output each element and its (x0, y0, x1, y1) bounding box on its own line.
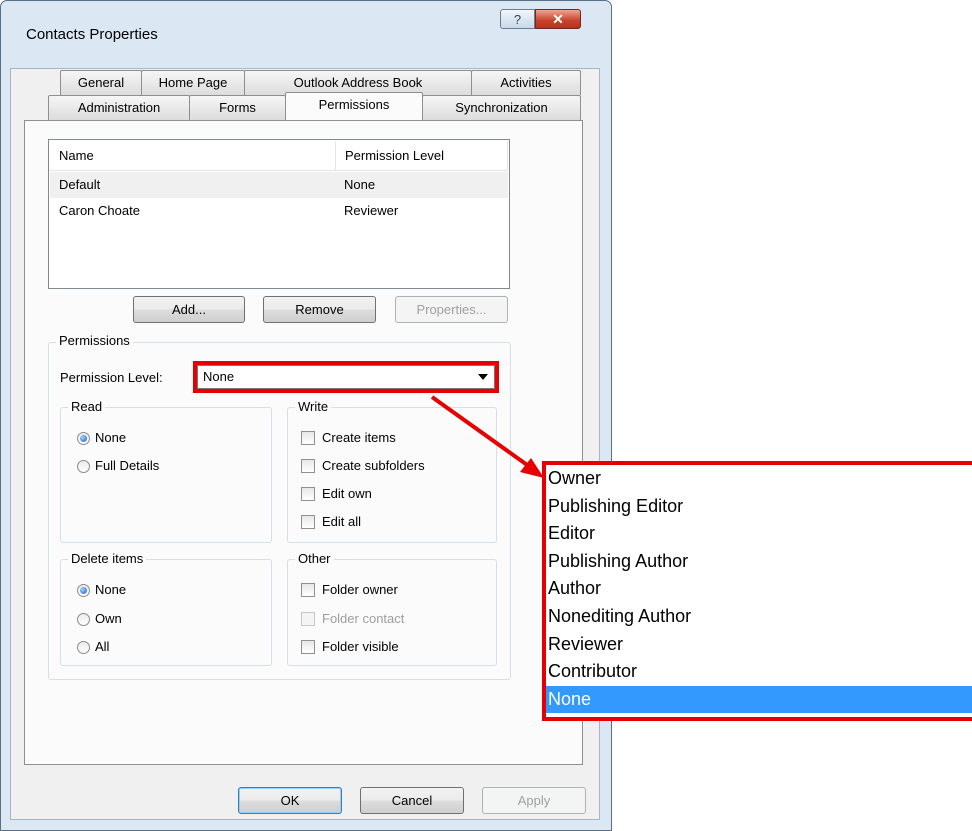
list-row[interactable]: Caron Choate Reviewer (50, 198, 508, 224)
read-none-radio[interactable] (77, 432, 90, 445)
delete-all-radio[interactable] (77, 641, 90, 654)
delete-none-radio[interactable] (77, 584, 90, 597)
write-group (287, 407, 497, 543)
tab-administration[interactable]: Administration (48, 95, 190, 120)
edit-all-checkbox[interactable] (301, 515, 315, 529)
cancel-button[interactable]: Cancel (360, 787, 464, 814)
delete-none-label: None (95, 582, 127, 597)
close-button[interactable]: ✕ (535, 9, 581, 29)
folder-owner-checkbox[interactable] (301, 583, 315, 597)
folder-contact-checkbox[interactable] (301, 612, 315, 626)
row-level: Reviewer (344, 203, 399, 218)
row-name: Default (59, 177, 101, 192)
option-contributor[interactable]: Contributor (546, 658, 972, 686)
column-header-name[interactable]: Name (50, 141, 336, 171)
option-owner[interactable]: Owner (546, 465, 972, 493)
option-publishing-author[interactable]: Publishing Author (546, 548, 972, 576)
edit-own-label: Edit own (322, 486, 372, 501)
column-header-permission-level[interactable]: Permission Level (336, 141, 508, 171)
help-icon: ? (513, 12, 522, 27)
row-level: None (344, 177, 376, 192)
delete-items-group-label: Delete items (68, 551, 147, 566)
tab-synchronization[interactable]: Synchronization (422, 95, 581, 120)
permission-level-options-list: Owner Publishing Editor Editor Publishin… (542, 461, 972, 721)
other-group-label: Other (295, 551, 334, 566)
apply-button[interactable]: Apply (482, 787, 586, 814)
option-none[interactable]: None (546, 685, 972, 714)
list-row[interactable]: Default None (50, 172, 508, 198)
create-items-checkbox[interactable] (301, 431, 315, 445)
option-reviewer[interactable]: Reviewer (546, 631, 972, 659)
ok-button[interactable]: OK (238, 787, 342, 814)
option-author[interactable]: Author (546, 575, 972, 603)
edit-all-label: Edit all (322, 514, 362, 529)
delete-items-group (60, 559, 272, 666)
close-icon: ✕ (552, 11, 564, 27)
tab-general[interactable]: General (60, 70, 142, 95)
tab-activities[interactable]: Activities (471, 70, 581, 95)
edit-own-checkbox[interactable] (301, 487, 315, 501)
add-button[interactable]: Add... (133, 296, 245, 323)
create-subfolders-checkbox[interactable] (301, 459, 315, 473)
option-publishing-editor[interactable]: Publishing Editor (546, 493, 972, 521)
properties-button[interactable]: Properties... (395, 296, 508, 323)
folder-contact-label: Folder contact (322, 611, 405, 626)
create-items-label: Create items (322, 430, 396, 445)
option-editor[interactable]: Editor (546, 520, 972, 548)
delete-own-radio[interactable] (77, 613, 90, 626)
folder-owner-label: Folder owner (322, 582, 398, 597)
tab-permissions[interactable]: Permissions (285, 92, 423, 120)
write-group-label: Write (295, 399, 332, 414)
tab-forms[interactable]: Forms (189, 95, 286, 120)
folder-visible-label: Folder visible (322, 639, 399, 654)
remove-button[interactable]: Remove (263, 296, 376, 323)
create-subfolders-label: Create subfolders (322, 458, 425, 473)
tab-home-page[interactable]: Home Page (141, 70, 245, 95)
delete-own-label: Own (95, 611, 122, 626)
read-none-label: None (95, 430, 127, 445)
permission-level-label: Permission Level: (60, 370, 163, 385)
dropdown-highlight-box (193, 361, 499, 393)
read-group (60, 407, 272, 543)
read-full-details-radio[interactable] (77, 460, 90, 473)
read-full-details-label: Full Details (95, 458, 160, 473)
delete-all-label: All (95, 639, 110, 654)
read-group-label: Read (68, 399, 106, 414)
permissions-group-label: Permissions (56, 333, 133, 348)
folder-visible-checkbox[interactable] (301, 640, 315, 654)
permissions-list[interactable]: Name Permission Level Default None Caron… (48, 139, 510, 289)
option-nonediting-author[interactable]: Nonediting Author (546, 603, 972, 631)
row-name: Caron Choate (59, 203, 140, 218)
window-title: Contacts Properties (26, 26, 158, 43)
help-button[interactable]: ? (500, 9, 535, 29)
